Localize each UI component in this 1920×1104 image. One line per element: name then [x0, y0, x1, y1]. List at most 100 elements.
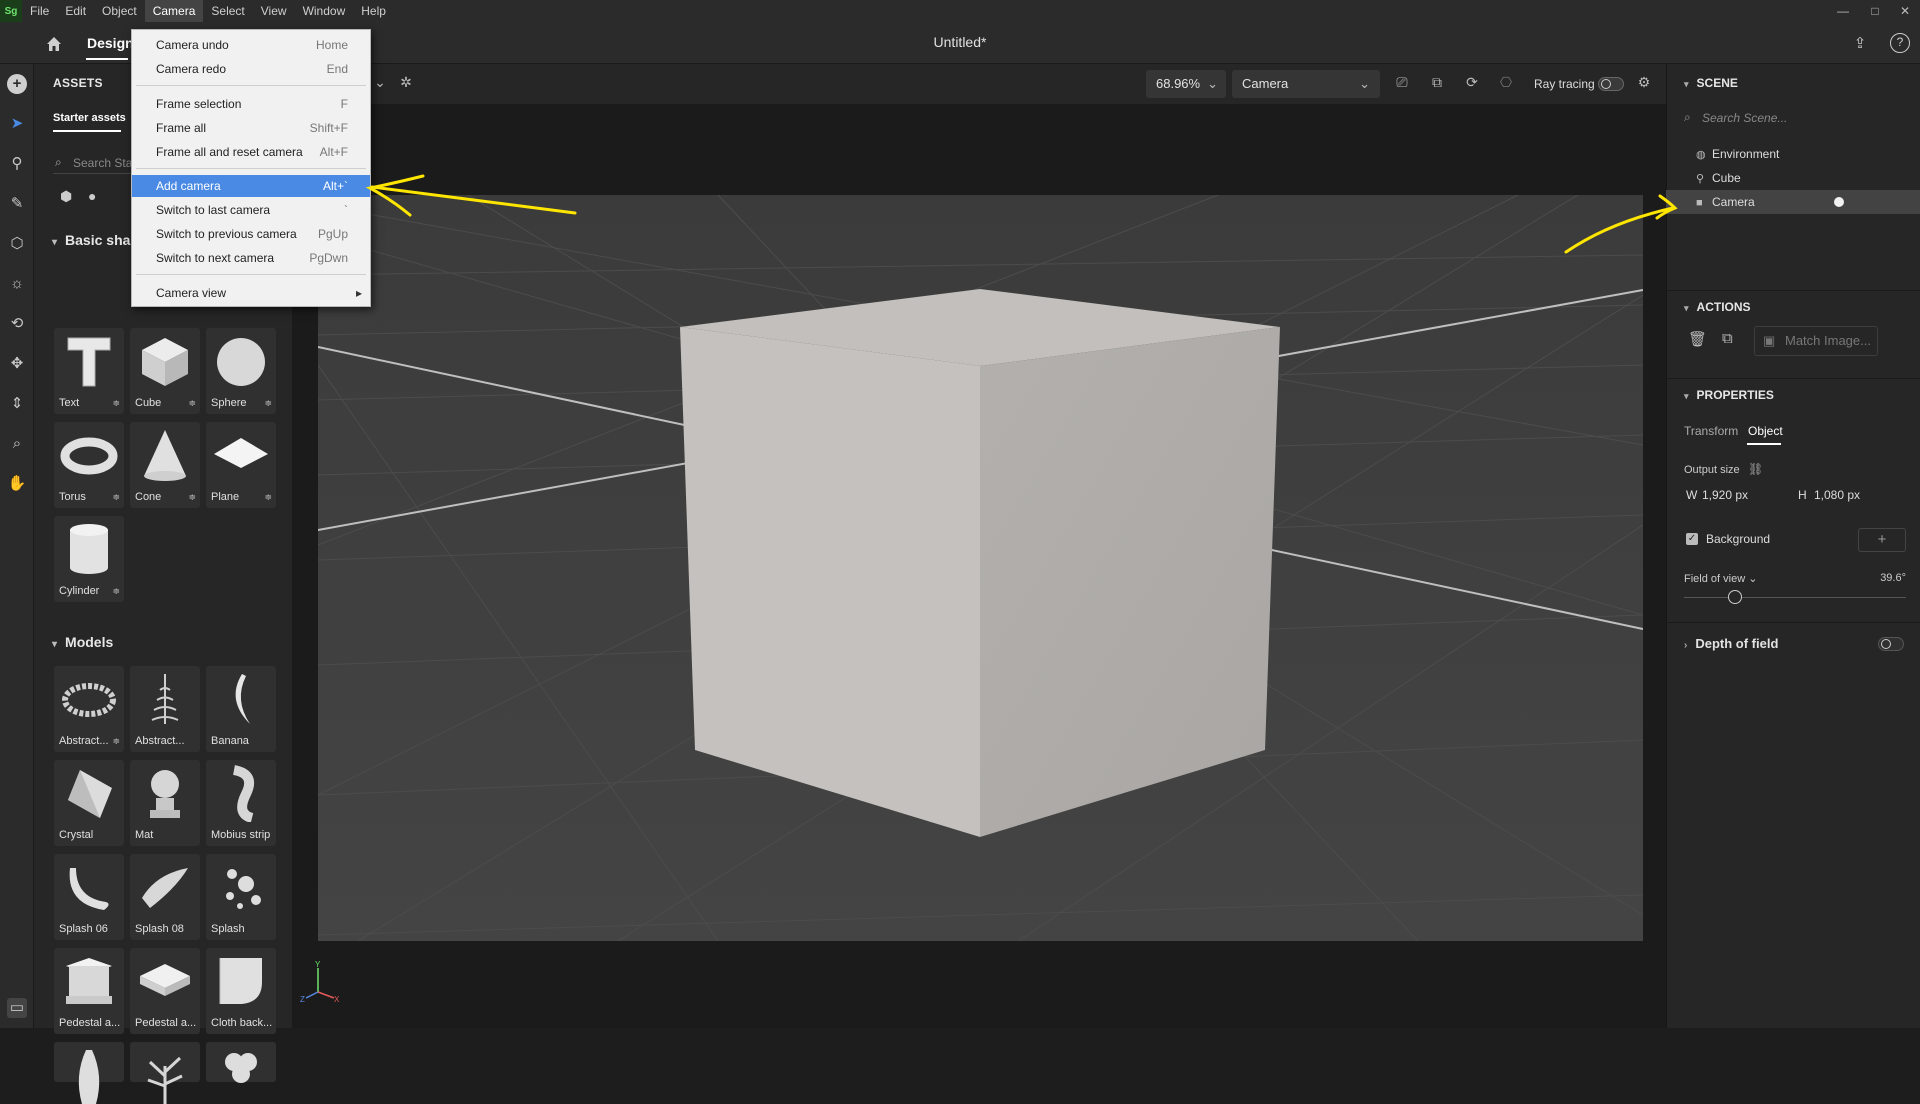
asset-cube[interactable]: Cube ≑ [130, 328, 200, 414]
asset-crystal[interactable]: Crystal [54, 760, 124, 846]
asset-plant[interactable] [130, 1042, 200, 1104]
height-field[interactable]: 1,080 px [1814, 488, 1860, 502]
scene-item-environment[interactable]: ◍ Environment [1666, 142, 1920, 166]
models-header[interactable]: ▾ Models [52, 634, 113, 650]
match-image-button[interactable]: ▣ Match Image... [1754, 326, 1878, 356]
asset-mobius-strip[interactable]: Mobius strip [206, 760, 276, 846]
asset-pedestal-1[interactable]: Pedestal a... [54, 948, 124, 1034]
menu-item-switch-next-camera[interactable]: Switch to next camera PgDwn [132, 247, 370, 269]
cube-object[interactable] [680, 289, 1280, 837]
materials-filter-icon[interactable]: ● [88, 188, 96, 204]
scene-item-cube[interactable]: ⚲ Cube [1666, 166, 1920, 190]
options-icon[interactable]: ≑ [112, 586, 120, 597]
background-color-button[interactable]: + [1858, 528, 1906, 552]
add-icon[interactable]: + [7, 74, 27, 94]
menu-item-switch-previous-camera[interactable]: Switch to previous camera PgUp [132, 223, 370, 245]
share-icon[interactable]: ⇪ [1850, 34, 1870, 54]
camera-orbit-icon[interactable]: ⟳ [1462, 74, 1482, 94]
menu-item-camera-redo[interactable]: Camera redo End [132, 58, 370, 80]
maximize-icon[interactable]: □ [1860, 0, 1890, 22]
minimize-icon[interactable]: — [1828, 0, 1858, 22]
crop-icon[interactable]: ⧉ [1427, 74, 1447, 94]
orbit-tool-icon[interactable]: ⟲ [7, 314, 27, 334]
asset-plane[interactable]: Plane ≑ [206, 422, 276, 508]
asset-sphere[interactable]: Sphere ≑ [206, 328, 276, 414]
duplicate-icon[interactable]: ⧉ [1722, 330, 1733, 347]
options-icon[interactable]: ≑ [188, 398, 196, 409]
asset-abstract-2[interactable]: Abstract... [130, 666, 200, 752]
width-field[interactable]: 1,920 px [1702, 488, 1748, 502]
options-icon[interactable]: ≑ [188, 492, 196, 503]
menu-item-switch-last-camera[interactable]: Switch to last camera ` [132, 199, 370, 221]
asset-cylinder[interactable]: Cylinder ≑ [54, 516, 124, 602]
menu-item-frame-selection[interactable]: Frame selection F [132, 93, 370, 115]
shapes-filter-icon[interactable]: ⬢ [60, 188, 72, 205]
asset-cloth-backdrop[interactable]: Cloth back... [206, 948, 276, 1034]
close-icon[interactable]: ✕ [1890, 0, 1920, 22]
asset-text[interactable]: Text ≑ [54, 328, 124, 414]
menu-item-add-camera[interactable]: Add camera Alt+` [132, 175, 370, 197]
select-tool-icon[interactable]: ➤ [7, 114, 27, 134]
menu-edit[interactable]: Edit [57, 0, 94, 22]
scene-header[interactable]: ▾ SCENE [1684, 76, 1738, 90]
ray-tracing-toggle[interactable] [1598, 77, 1624, 91]
actions-header[interactable]: ▾ ACTIONS [1684, 300, 1751, 314]
depth-of-field-header[interactable]: › Depth of field [1684, 636, 1778, 651]
zoom-dropdown[interactable]: 68.96% ⌄ [1146, 70, 1226, 98]
menu-help[interactable]: Help [353, 0, 394, 22]
menu-item-camera-view[interactable]: Camera view ▸ [132, 282, 370, 304]
menu-window[interactable]: Window [295, 0, 354, 22]
menu-item-frame-all-reset[interactable]: Frame all and reset camera Alt+F [132, 141, 370, 163]
light-tool-icon[interactable]: ☼ [7, 274, 27, 294]
asset-torus[interactable]: Torus ≑ [54, 422, 124, 508]
fov-dropdown[interactable]: Field of view ⌄ [1684, 572, 1757, 585]
camera-bookmark-icon[interactable]: ⎚ [1392, 74, 1412, 94]
menu-item-camera-undo[interactable]: Camera undo Home [132, 34, 370, 56]
delete-icon[interactable]: 🗑 [1688, 330, 1707, 348]
camera-select[interactable]: Camera ⌄ [1232, 70, 1380, 98]
asset-vase[interactable] [54, 1042, 124, 1104]
camera-frame[interactable] [318, 195, 1643, 941]
cube-tool-icon[interactable]: ⬡ [7, 234, 27, 254]
asset-splash[interactable]: Splash [206, 854, 276, 940]
asset-flower[interactable] [206, 1042, 276, 1083]
panel-toggle-icon[interactable]: ▭ [7, 998, 27, 1018]
menu-select[interactable]: Select [203, 0, 252, 22]
properties-header[interactable]: ▾ PROPERTIES [1684, 388, 1774, 402]
asset-cone[interactable]: Cone ≑ [130, 422, 200, 508]
tab-starter-assets[interactable]: Starter assets [53, 112, 126, 124]
camera-disabled-icon[interactable]: ⎔ [1496, 74, 1516, 94]
snap-icon[interactable]: ✲ [396, 74, 416, 94]
asset-mat[interactable]: Mat [130, 760, 200, 846]
dolly-tool-icon[interactable]: ⇕ [7, 394, 27, 414]
render-settings-icon[interactable]: ⚙ [1634, 74, 1654, 94]
options-icon[interactable]: ≑ [264, 398, 272, 409]
fov-value[interactable]: 39.6° [1866, 572, 1906, 584]
depth-of-field-toggle[interactable] [1878, 637, 1904, 651]
chevron-down-icon[interactable]: ⌄ [370, 74, 390, 94]
background-checkbox[interactable]: ✓ [1686, 533, 1698, 545]
move-tool-icon[interactable]: ✥ [7, 354, 27, 374]
asset-splash-08[interactable]: Splash 08 [130, 854, 200, 940]
eyedropper-icon[interactable]: ✎ [7, 194, 27, 214]
menu-file[interactable]: File [22, 0, 57, 22]
asset-splash-06[interactable]: Splash 06 [54, 854, 124, 940]
fov-slider-track[interactable] [1684, 597, 1906, 598]
fov-slider-handle[interactable] [1728, 590, 1742, 604]
zoom-tool-icon[interactable]: ⌕ [7, 434, 27, 454]
options-icon[interactable]: ≑ [264, 492, 272, 503]
scene-item-camera[interactable]: ■ Camera [1666, 190, 1920, 214]
menu-item-frame-all[interactable]: Frame all Shift+F [132, 117, 370, 139]
menu-camera[interactable]: Camera [144, 0, 204, 22]
asset-banana[interactable]: Banana [206, 666, 276, 752]
menu-object[interactable]: Object [94, 0, 145, 22]
magic-wand-icon[interactable]: ⚲ [7, 154, 27, 174]
help-icon[interactable]: ? [1890, 33, 1910, 53]
tab-object[interactable]: Object [1748, 424, 1783, 438]
hand-tool-icon[interactable]: ✋ [7, 474, 27, 494]
asset-abstract-1[interactable]: Abstract... ≑ [54, 666, 124, 752]
options-icon[interactable]: ≑ [112, 492, 120, 503]
asset-pedestal-2[interactable]: Pedestal a... [130, 948, 200, 1034]
menu-view[interactable]: View [253, 0, 295, 22]
tab-transform[interactable]: Transform [1684, 424, 1738, 438]
